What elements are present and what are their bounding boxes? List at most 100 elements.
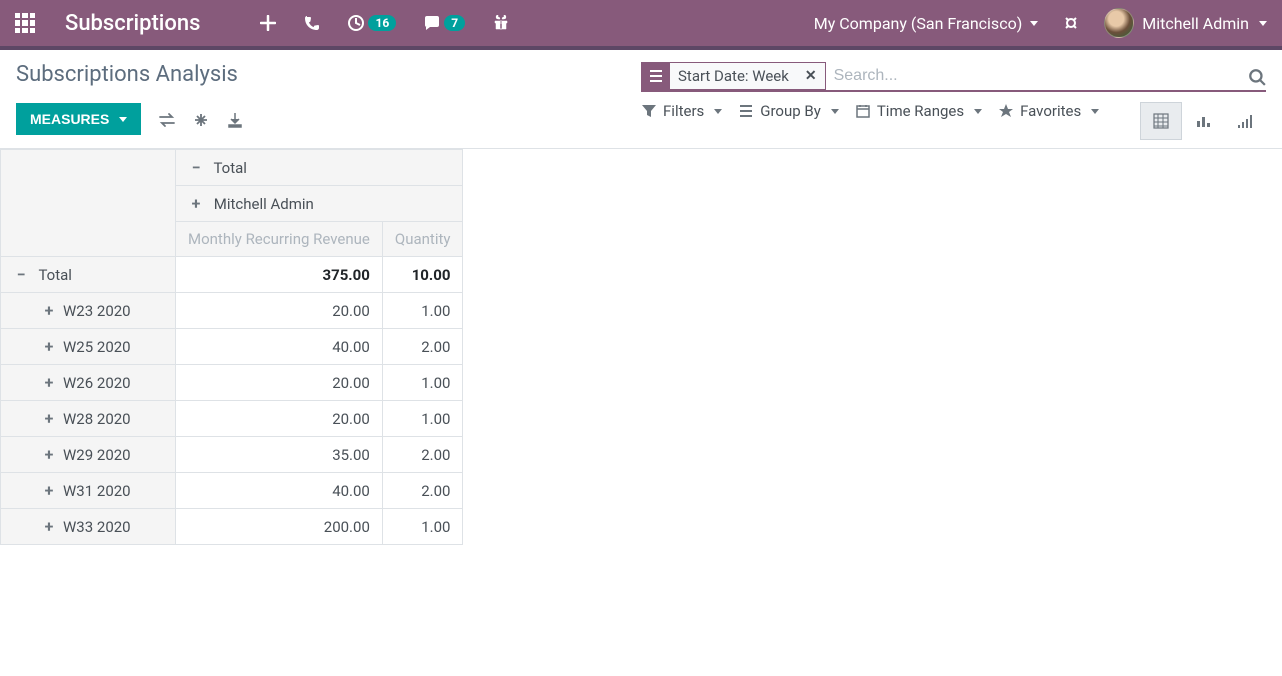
row-total-header[interactable]: − Total — [1, 257, 176, 293]
activities-badge: 16 — [368, 15, 396, 31]
signal-icon — [1237, 113, 1253, 129]
total-qty-cell: 10.00 — [382, 257, 463, 293]
calendar-icon — [855, 103, 871, 119]
groupby-button[interactable]: Group By — [738, 102, 839, 120]
row-header[interactable]: + W26 2020 — [1, 365, 176, 401]
messages-icon[interactable]: 7 — [424, 15, 465, 31]
qty-cell: 2.00 — [382, 329, 463, 365]
company-selector[interactable]: My Company (San Francisco) — [814, 14, 1039, 33]
mrr-cell: 20.00 — [176, 365, 383, 401]
row-header[interactable]: + W23 2020 — [1, 293, 176, 329]
bar-chart-icon — [1195, 113, 1211, 129]
graph-view-button[interactable] — [1182, 102, 1224, 140]
pivot-row: +W25 202040.002.00 — [1, 329, 463, 365]
filters-button[interactable]: Filters — [641, 102, 722, 120]
mrr-cell: 20.00 — [176, 401, 383, 437]
groupby-label: Group By — [760, 102, 821, 120]
expand-icon[interactable]: + — [41, 373, 57, 392]
qty-cell: 1.00 — [382, 365, 463, 401]
pivot-row: + W23 2020 20.001.00 — [1, 293, 463, 329]
pivot-row: + W33 2020 200.001.00 — [1, 509, 463, 545]
expand-icon[interactable]: + — [188, 194, 204, 213]
row-header[interactable]: + W33 2020 — [1, 509, 176, 545]
caret-down-icon — [974, 109, 982, 114]
messages-badge: 7 — [444, 15, 465, 31]
col-group-header[interactable]: + Mitchell Admin — [176, 186, 463, 222]
filters-label: Filters — [663, 102, 704, 120]
timeranges-button[interactable]: Time Ranges — [855, 102, 982, 120]
row-header[interactable]: + W25 2020 — [1, 329, 176, 365]
app-title[interactable]: Subscriptions — [65, 11, 200, 36]
favorites-button[interactable]: Favorites — [998, 102, 1099, 120]
breadcrumb: Subscriptions Analysis — [16, 62, 641, 87]
pivot-area: − Total + Mitchell Admin Monthly Recurri… — [0, 149, 1282, 545]
download-icon[interactable] — [227, 110, 243, 129]
facet-label: Start Date: Week — [670, 67, 797, 85]
measures-label: MEASURES — [30, 111, 109, 127]
expand-icon[interactable]: + — [41, 337, 57, 356]
user-name: Mitchell Admin — [1142, 14, 1249, 33]
col-total-header[interactable]: − Total — [176, 150, 463, 186]
expand-icon[interactable]: + — [41, 409, 57, 428]
search-icon[interactable] — [1248, 66, 1266, 87]
measures-button[interactable]: MEASURES — [16, 103, 141, 135]
expand-icon[interactable]: + — [41, 481, 57, 500]
row-label: W33 2020 — [63, 518, 131, 536]
row-header[interactable]: + W28 2020 — [1, 401, 176, 437]
expand-icon[interactable]: + — [41, 445, 57, 464]
facet-remove-icon[interactable]: ✕ — [797, 68, 825, 84]
row-label: W25 2020 — [63, 338, 131, 356]
pivot-icon — [1153, 113, 1169, 129]
mrr-cell: 40.00 — [176, 473, 383, 509]
row-header[interactable]: + W29 2020 — [1, 437, 176, 473]
row-header[interactable]: +W31 2020 — [1, 473, 176, 509]
qty-cell: 1.00 — [382, 401, 463, 437]
phone-icon[interactable] — [304, 15, 320, 31]
row-label: W23 2020 — [63, 302, 131, 320]
caret-down-icon — [831, 109, 839, 114]
timeranges-label: Time Ranges — [877, 102, 964, 120]
col-total-label: Total — [213, 159, 247, 177]
caret-down-icon — [714, 109, 722, 114]
caret-down-icon — [1030, 21, 1038, 26]
list-icon — [738, 103, 754, 119]
qty-cell: 2.00 — [382, 473, 463, 509]
gift-icon[interactable] — [493, 15, 509, 31]
apps-menu-icon[interactable] — [15, 13, 35, 33]
flip-axis-icon[interactable] — [159, 110, 175, 129]
row-label: W28 2020 — [63, 410, 131, 428]
caret-down-icon — [119, 117, 127, 122]
pivot-total-row: − Total 375.00 10.00 — [1, 257, 463, 293]
row-label: W26 2020 — [63, 374, 131, 392]
expand-icon[interactable]: + — [41, 517, 57, 536]
star-icon — [998, 103, 1014, 119]
user-menu[interactable]: Mitchell Admin — [1104, 8, 1267, 38]
groupby-facet-icon — [642, 63, 670, 89]
user-avatar — [1104, 8, 1134, 38]
collapse-icon[interactable]: − — [13, 265, 29, 284]
measure-header-qty[interactable]: Quantity — [382, 222, 463, 257]
mrr-cell: 35.00 — [176, 437, 383, 473]
caret-down-icon — [1259, 21, 1267, 26]
measure-header-mrr[interactable]: Monthly Recurring Revenue — [176, 222, 383, 257]
pivot-view-button[interactable] — [1140, 102, 1182, 140]
top-navbar: Subscriptions 16 7 My Company (San Franc… — [0, 0, 1282, 46]
debug-icon[interactable] — [1063, 15, 1079, 31]
caret-down-icon — [1091, 109, 1099, 114]
search-input[interactable] — [826, 63, 1248, 89]
mrr-cell: 20.00 — [176, 293, 383, 329]
row-label: W29 2020 — [63, 446, 131, 464]
expand-all-icon[interactable] — [193, 110, 209, 129]
activities-icon[interactable]: 16 — [348, 15, 396, 31]
row-total-label: Total — [38, 266, 72, 284]
collapse-icon[interactable]: − — [188, 158, 204, 177]
qty-cell: 1.00 — [382, 509, 463, 545]
mrr-cell: 200.00 — [176, 509, 383, 545]
expand-icon[interactable]: + — [41, 301, 57, 320]
cohort-view-button[interactable] — [1224, 102, 1266, 140]
qty-cell: 1.00 — [382, 293, 463, 329]
pivot-row: + W26 2020 20.001.00 — [1, 365, 463, 401]
new-icon[interactable] — [260, 15, 276, 31]
pivot-row: + W28 2020 20.001.00 — [1, 401, 463, 437]
pivot-table: − Total + Mitchell Admin Monthly Recurri… — [0, 149, 463, 545]
